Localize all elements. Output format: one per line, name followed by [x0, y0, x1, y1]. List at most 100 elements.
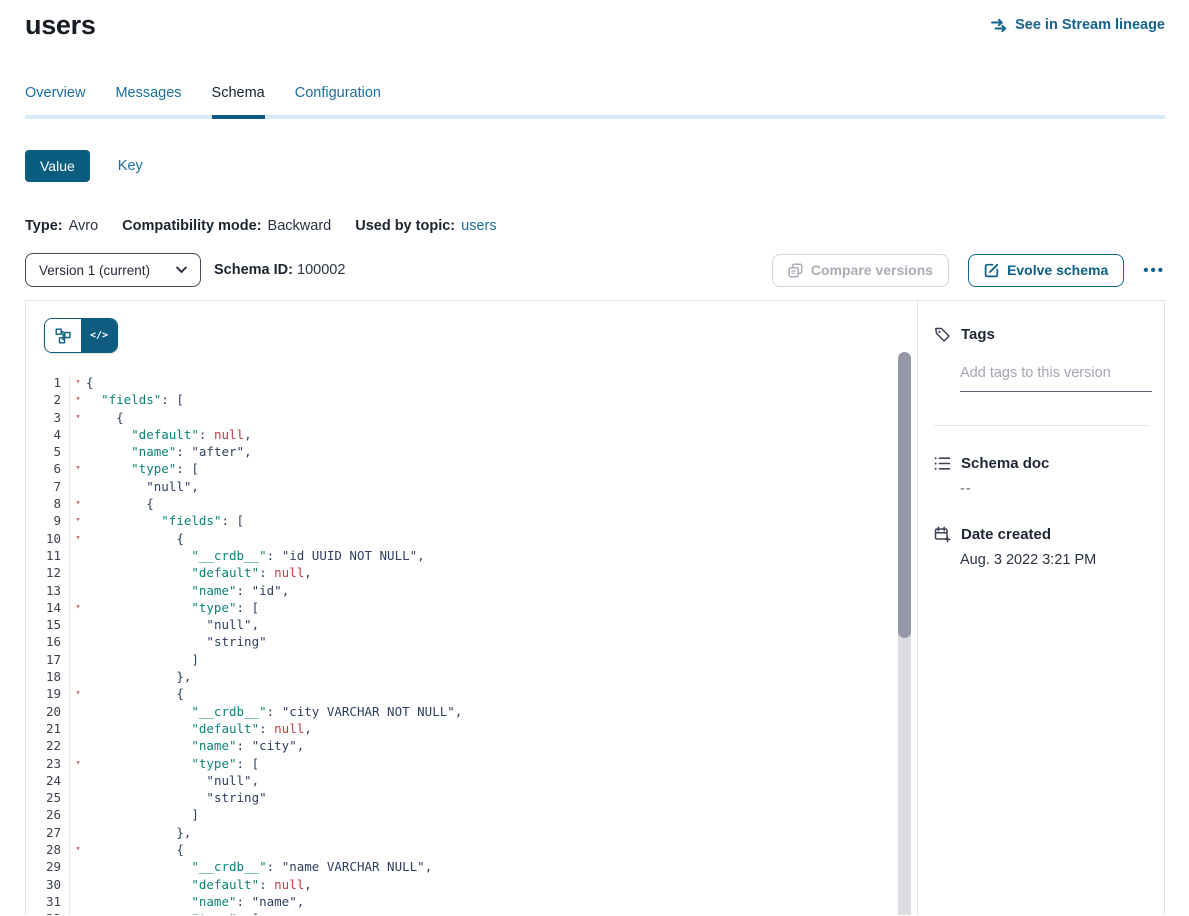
fold-spacer	[70, 806, 86, 823]
stream-lineage-icon	[991, 18, 1008, 33]
tags-title: Tags	[961, 326, 995, 343]
fold-toggle-icon[interactable]: ▾	[70, 910, 86, 915]
tab-messages[interactable]: Messages	[115, 85, 181, 115]
code-text: {	[86, 409, 124, 426]
code-text: "default": null,	[86, 426, 252, 443]
compare-versions-button[interactable]: Compare versions	[772, 254, 949, 287]
type-value: Avro	[69, 218, 99, 234]
code-line: 26 ]	[26, 806, 917, 823]
fold-toggle-icon[interactable]: ▾	[70, 460, 86, 477]
code-scrollbar-thumb[interactable]	[898, 352, 911, 638]
fold-toggle-icon[interactable]: ▾	[70, 512, 86, 529]
tag-icon	[934, 326, 951, 343]
code-text: "default": null,	[86, 876, 312, 893]
line-number: 25	[26, 789, 70, 806]
code-view-icon: </>	[90, 330, 108, 341]
fold-toggle-icon[interactable]: ▾	[70, 755, 86, 772]
code-line: 27 },	[26, 824, 917, 841]
add-tags-placeholder: Add tags to this version	[960, 365, 1111, 381]
code-text: "default": null,	[86, 564, 312, 581]
code-line: 28▾ {	[26, 841, 917, 858]
line-number: 19	[26, 685, 70, 702]
fold-spacer	[70, 582, 86, 599]
fold-spacer	[70, 720, 86, 737]
schema-doc-section: Schema doc --	[934, 455, 1150, 497]
code-text: "type": [	[86, 599, 259, 616]
key-toggle-link[interactable]: Key	[118, 158, 143, 174]
date-created-title: Date created	[961, 526, 1051, 543]
code-text: "__crdb__": "id UUID NOT NULL",	[86, 547, 425, 564]
line-number: 30	[26, 876, 70, 893]
line-number: 12	[26, 564, 70, 581]
fold-toggle-icon[interactable]: ▾	[70, 391, 86, 408]
tab-schema[interactable]: Schema	[212, 85, 265, 119]
code-line: 24 "null",	[26, 772, 917, 789]
version-select[interactable]: Version 1 (current)	[25, 253, 201, 287]
line-number: 20	[26, 703, 70, 720]
fold-toggle-icon[interactable]: ▾	[70, 685, 86, 702]
code-text: {	[86, 841, 184, 858]
page-header: users See in Stream lineage	[25, 0, 1165, 41]
fold-spacer	[70, 858, 86, 875]
tags-section-header: Tags	[934, 326, 1150, 343]
line-number: 28	[26, 841, 70, 858]
line-number: 2	[26, 391, 70, 408]
schema-doc-title: Schema doc	[961, 455, 1049, 472]
fold-toggle-icon[interactable]: ▾	[70, 495, 86, 512]
code-line: 3▾ {	[26, 409, 917, 426]
stream-lineage-link[interactable]: See in Stream lineage	[991, 17, 1165, 33]
evolve-schema-button[interactable]: Evolve schema	[968, 254, 1124, 287]
code-line: 15 "null",	[26, 616, 917, 633]
code-line: 17 ]	[26, 651, 917, 668]
code-line: 12 "default": null,	[26, 564, 917, 581]
page-title: users	[25, 10, 96, 41]
fold-toggle-icon[interactable]: ▾	[70, 530, 86, 547]
code-text: "type": [	[86, 755, 259, 772]
more-actions-button[interactable]: •••	[1143, 254, 1165, 287]
add-tags-input[interactable]: Add tags to this version	[960, 364, 1152, 392]
evolve-schema-icon	[984, 263, 999, 278]
code-text: {	[86, 374, 94, 391]
compatibility-value: Backward	[268, 218, 332, 234]
schema-sidebar: Tags Add tags to this version	[918, 301, 1164, 915]
value-toggle-button[interactable]: Value	[25, 150, 90, 182]
code-line: 8▾ {	[26, 495, 917, 512]
fold-spacer	[70, 426, 86, 443]
code-text: ]	[86, 806, 199, 823]
fold-spacer	[70, 651, 86, 668]
line-number: 22	[26, 737, 70, 754]
code-text: "fields": [	[86, 512, 244, 529]
fold-toggle-icon[interactable]: ▾	[70, 374, 86, 391]
code-scrollbar-track[interactable]	[898, 352, 911, 915]
schema-meta-row: Type:Avro Compatibility mode:Backward Us…	[25, 218, 1165, 234]
version-select-value: Version 1 (current)	[39, 263, 150, 278]
tree-view-icon	[55, 328, 71, 344]
line-number: 31	[26, 893, 70, 910]
date-created-section: Date created Aug. 3 2022 3:21 PM	[934, 526, 1150, 568]
fold-toggle-icon[interactable]: ▾	[70, 841, 86, 858]
code-text: "null",	[86, 478, 199, 495]
schema-json-editor[interactable]: 1▾{2▾ "fields": [3▾ {4 "default": null,5…	[26, 374, 917, 915]
topic-link[interactable]: users	[461, 218, 496, 234]
code-line: 2▾ "fields": [	[26, 391, 917, 408]
code-text: },	[86, 824, 191, 841]
line-number: 17	[26, 651, 70, 668]
view-mode-toggle: </>	[44, 318, 118, 353]
code-line: 18 },	[26, 668, 917, 685]
tab-overview[interactable]: Overview	[25, 85, 85, 115]
tab-configuration[interactable]: Configuration	[295, 85, 381, 115]
type-label: Type:	[25, 218, 63, 234]
code-view-button[interactable]: </>	[81, 319, 117, 352]
line-number: 1	[26, 374, 70, 391]
code-text: ]	[86, 651, 199, 668]
code-line: 23▾ "type": [	[26, 755, 917, 772]
code-text: "__crdb__": "name VARCHAR NULL",	[86, 858, 432, 875]
tree-view-button[interactable]	[45, 319, 81, 352]
code-text: "name": "city",	[86, 737, 304, 754]
line-number: 5	[26, 443, 70, 460]
fold-toggle-icon[interactable]: ▾	[70, 409, 86, 426]
code-line: 6▾ "type": [	[26, 460, 917, 477]
schema-content: </> 1▾{2▾ "fields": [3▾ {4 "default": nu…	[25, 300, 1165, 915]
code-line: 10▾ {	[26, 530, 917, 547]
fold-toggle-icon[interactable]: ▾	[70, 599, 86, 616]
